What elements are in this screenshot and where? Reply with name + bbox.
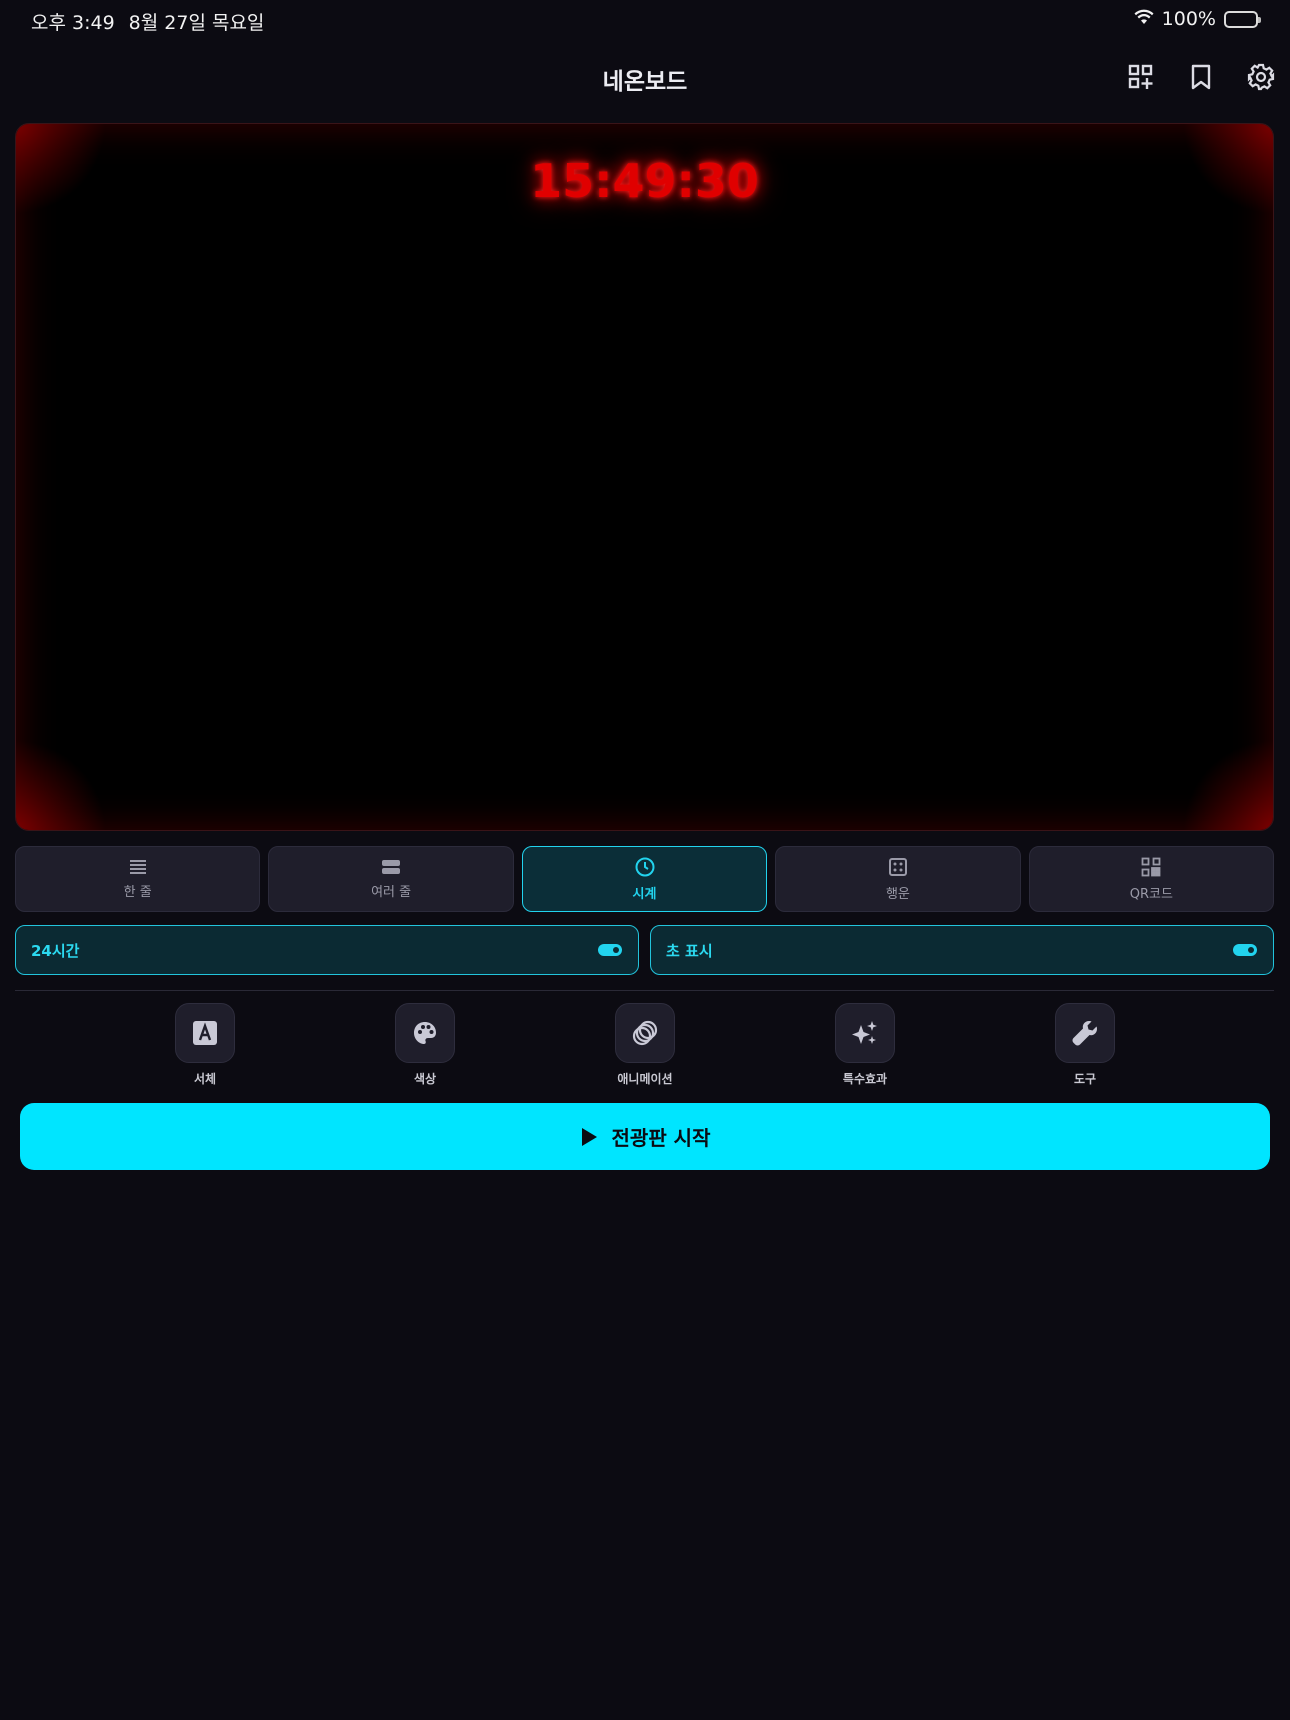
tool-effects[interactable]: 특수효과 bbox=[805, 1003, 925, 1087]
palette-icon bbox=[414, 1022, 436, 1044]
animation-icon bbox=[632, 1020, 658, 1046]
led-board-preview[interactable]: 15:49:30 bbox=[15, 123, 1274, 831]
toggle-switch-seconds[interactable] bbox=[1233, 944, 1257, 956]
toggle-switch-24-hour[interactable] bbox=[598, 944, 622, 956]
toggle-label: 24시간 bbox=[31, 941, 80, 960]
bookmark-icon[interactable] bbox=[1182, 58, 1220, 96]
tab-qr-code[interactable]: QR코드 bbox=[1028, 846, 1275, 912]
tab-single-line[interactable]: 한 줄 bbox=[15, 846, 261, 912]
color-button[interactable] bbox=[395, 1003, 455, 1063]
tab-clock[interactable]: 시계 bbox=[521, 846, 768, 912]
wifi-icon bbox=[1134, 8, 1154, 30]
tool-label: 색상 bbox=[413, 1072, 437, 1086]
tool-label: 특수효과 bbox=[842, 1072, 888, 1086]
tool-tools[interactable]: 도구 bbox=[1025, 1003, 1145, 1087]
battery-percent: 100% bbox=[1161, 8, 1216, 30]
mode-tabs: 한 줄 여러 줄 시계 행운 QR코드 bbox=[15, 846, 1275, 912]
play-icon bbox=[581, 1127, 597, 1146]
divider bbox=[15, 990, 1274, 991]
gear-icon[interactable] bbox=[1242, 58, 1280, 96]
qr-code-icon bbox=[1141, 857, 1161, 876]
clock-icon bbox=[635, 857, 655, 876]
rows-icon bbox=[382, 859, 401, 874]
status-time: 오후 3:49 bbox=[31, 12, 115, 34]
toggle-24-hour[interactable]: 24시간 bbox=[15, 925, 639, 975]
tools-button[interactable] bbox=[1055, 1003, 1115, 1063]
page-title: 네온보드 bbox=[602, 69, 688, 95]
animation-button[interactable] bbox=[615, 1003, 675, 1063]
qr-add-icon[interactable] bbox=[1122, 58, 1160, 96]
tab-label: 여러 줄 bbox=[371, 884, 412, 900]
tool-color[interactable]: 색상 bbox=[365, 1003, 485, 1087]
lines-icon bbox=[129, 859, 146, 874]
toggle-label: 초 표시 bbox=[666, 941, 713, 960]
start-board-button[interactable]: 전광판 시작 bbox=[20, 1103, 1270, 1170]
effects-button[interactable] bbox=[835, 1003, 895, 1063]
tool-label: 서체 bbox=[193, 1072, 217, 1086]
tab-label: 한 줄 bbox=[123, 884, 152, 900]
font-button[interactable] bbox=[175, 1003, 235, 1063]
toggle-show-seconds[interactable]: 초 표시 bbox=[650, 925, 1274, 975]
tool-label: 도구 bbox=[1073, 1072, 1097, 1086]
battery-icon bbox=[1224, 10, 1261, 28]
font-icon bbox=[193, 1021, 217, 1045]
tab-label: QR코드 bbox=[1129, 886, 1173, 902]
tab-luck[interactable]: 행운 bbox=[775, 846, 1021, 912]
wrench-icon bbox=[1072, 1021, 1097, 1046]
clock-display: 15:49:30 bbox=[530, 154, 759, 208]
tab-multi-line[interactable]: 여러 줄 bbox=[268, 846, 514, 912]
corner-glow bbox=[16, 740, 106, 830]
sparkle-icon bbox=[852, 1021, 877, 1044]
tool-row: 서체 색상 애니메이션 특수효과 도구 bbox=[145, 1003, 1145, 1087]
tab-label: 행운 bbox=[885, 886, 910, 902]
corner-glow bbox=[1183, 740, 1273, 830]
tool-label: 애니메이션 bbox=[617, 1072, 673, 1086]
tool-animation[interactable]: 애니메이션 bbox=[585, 1003, 705, 1087]
status-bar: 오후 3:49 8월 27일 목요일 100% bbox=[0, 0, 1290, 40]
tool-font[interactable]: 서체 bbox=[145, 1003, 265, 1087]
tab-label: 시계 bbox=[632, 886, 657, 902]
dice-icon bbox=[888, 857, 907, 876]
start-button-label: 전광판 시작 bbox=[611, 1126, 711, 1150]
clock-options: 24시간 초 표시 bbox=[15, 925, 1274, 975]
status-date: 8월 27일 목요일 bbox=[128, 12, 265, 34]
header: 네온보드 bbox=[0, 50, 1290, 102]
